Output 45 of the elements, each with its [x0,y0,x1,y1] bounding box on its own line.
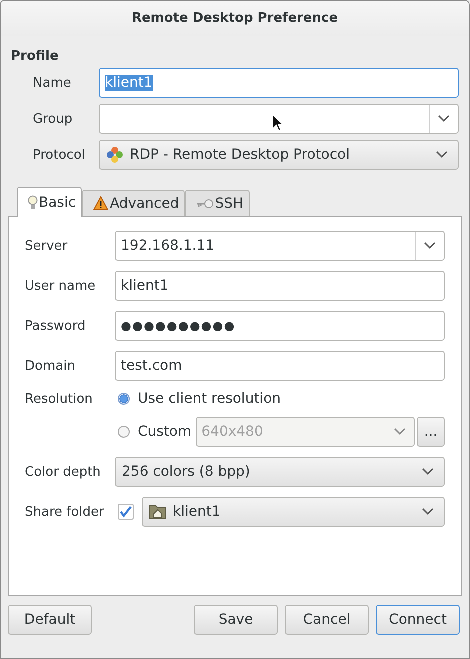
user-name-field[interactable]: klient1 [115,271,445,301]
radio-label: Custom [138,424,192,440]
radio-button[interactable] [118,393,130,405]
radio-label: Use client resolution [138,391,282,407]
color-depth-dropdown[interactable]: 256 colors (8 bpp) [115,457,445,487]
folder-dropdown[interactable]: klient1 [142,497,445,527]
password-field[interactable]: ●●●●●●●●●● [115,311,445,341]
field-label: Name [32,76,72,90]
mouse-pointer-icon [272,114,284,132]
field-label: Protocol [32,148,86,162]
dropdown-icon [394,428,406,436]
protocol-dropdown[interactable]: RDP - Remote Desktop Protocol [99,140,459,170]
field-label: Group [32,112,74,126]
checkbox[interactable] [118,504,134,520]
lightbulb-icon [28,194,38,210]
warning-icon [93,196,110,211]
field-label: Share folder [25,504,106,520]
dialog-button[interactable]: Connect [376,605,460,635]
dropdown-icon [422,508,434,516]
dialog-button[interactable]: Default [8,605,92,635]
section-heading: Profile [11,48,60,66]
radio-button[interactable] [118,426,130,438]
dropdown-icon [438,115,450,123]
window-title: Remote Desktop Preference [132,11,338,26]
tab[interactable]: Basic [17,187,82,217]
key-icon [196,198,214,208]
tab[interactable]: SSH [185,190,250,216]
dropdown-icon [436,151,448,159]
field-label: Domain [25,358,76,374]
dialog-button[interactable]: Cancel [285,605,369,635]
server-combo-field[interactable]: 192.168.1.11 [115,231,445,261]
group-combo-field[interactable] [99,104,459,134]
field-label: Color depth [25,464,102,480]
more-button[interactable]: ... [417,417,445,447]
home-folder-icon [149,504,167,520]
dropdown-icon [422,468,434,476]
field-label: User name [25,278,97,294]
field-label: Password [25,318,87,334]
dropdown-icon [424,242,436,250]
domain-field[interactable]: test.com [115,351,445,381]
tab[interactable]: Advanced [82,190,186,216]
dialog-button[interactable]: Save [194,605,278,635]
field-label: Server [25,238,69,254]
field-label: Resolution [25,392,94,406]
protocol-icon [106,146,124,164]
